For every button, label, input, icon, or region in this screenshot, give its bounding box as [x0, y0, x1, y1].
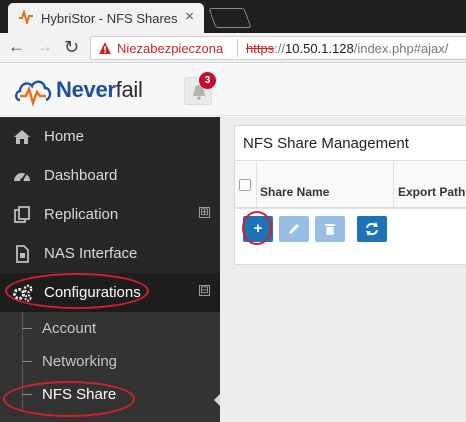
- home-icon: [12, 127, 32, 147]
- brand-name: Neverfail: [56, 77, 143, 103]
- brand-name-bold: Never: [56, 77, 116, 102]
- address-bar[interactable]: Niezabezpieczona https://10.50.1.128/ind…: [90, 36, 466, 60]
- sidebar-subitem-label: Networking: [42, 353, 118, 370]
- replication-icon: [12, 205, 32, 225]
- trash-icon: [325, 224, 335, 235]
- nfs-share-panel: NFS Share Management Share Name Export P…: [234, 125, 466, 265]
- collapse-icon[interactable]: ⊟: [199, 285, 210, 296]
- sidebar-subitem-label: Account: [42, 320, 97, 337]
- neverfail-favicon-icon: [19, 8, 33, 27]
- sidebar-item-label: Dashboard: [44, 167, 118, 184]
- column-header-label: Export Path: [398, 185, 466, 199]
- tree-tick: [22, 328, 32, 329]
- tree-tick: [22, 361, 32, 362]
- address-divider: [237, 39, 238, 57]
- sidebar-item-label: Home: [44, 128, 85, 145]
- panel-title: NFS Share Management: [243, 135, 409, 152]
- forward-arrow-icon[interactable]: →: [36, 38, 53, 56]
- sidebar-subitem-networking[interactable]: Networking: [0, 345, 220, 378]
- sidebar-subitem-account[interactable]: Account: [0, 312, 220, 345]
- sidebar-item-configurations[interactable]: Configurations ⊟: [0, 273, 220, 312]
- main-content: NFS Share Management Share Name Export P…: [220, 117, 466, 422]
- sidebar-item-nas-interface[interactable]: NAS Interface: [0, 234, 220, 273]
- refresh-button[interactable]: [357, 216, 387, 242]
- pencil-icon: [289, 224, 299, 234]
- expand-icon[interactable]: ⊞: [199, 207, 210, 218]
- sidebar-item-home[interactable]: Home: [0, 117, 220, 156]
- url-path: /index.php#ajax/: [353, 41, 449, 56]
- reload-icon[interactable]: ↻: [64, 38, 79, 56]
- url-host: 10.50.1.128: [285, 41, 354, 56]
- neverfail-logo[interactable]: Neverfail: [14, 76, 194, 106]
- sidebar-item-label: Configurations: [44, 284, 141, 301]
- sidebar-item-label: NAS Interface: [44, 245, 138, 262]
- panel-header: NFS Share Management: [235, 126, 466, 161]
- sidebar-subitem-nfs-share[interactable]: NFS Share: [0, 378, 220, 411]
- cloud-logo-icon: [15, 80, 52, 106]
- security-label[interactable]: Niezabezpieczona: [117, 41, 223, 56]
- add-share-button[interactable]: +: [243, 216, 273, 242]
- url-scheme: https: [246, 41, 275, 56]
- delete-share-button[interactable]: [315, 216, 345, 242]
- configurations-icon: [12, 283, 33, 303]
- edit-share-button[interactable]: [279, 216, 309, 242]
- nas-interface-icon: [12, 244, 32, 264]
- url-text: https://10.50.1.128/index.php#ajax/: [246, 41, 448, 56]
- browser-tab-strip: HybriStor - NFS Shares ×: [0, 0, 466, 33]
- tab-title: HybriStor - NFS Shares: [41, 11, 178, 26]
- column-export-path[interactable]: Export Path: [395, 162, 466, 209]
- select-all-column: [235, 162, 257, 209]
- sidebar-item-label: Replication: [44, 206, 119, 223]
- app-header: Neverfail 3: [0, 64, 466, 116]
- back-arrow-icon[interactable]: ←: [8, 38, 25, 56]
- tab-close-icon[interactable]: ×: [185, 8, 194, 26]
- column-header-label: Share Name: [260, 185, 330, 199]
- dashboard-icon: [12, 166, 32, 186]
- table-header: Share Name Export Path: [235, 162, 466, 209]
- warning-icon: [98, 41, 112, 58]
- refresh-icon: [366, 222, 378, 236]
- url-scheme-separator: ://: [274, 41, 286, 56]
- brand-name-light: fail: [115, 77, 143, 102]
- configurations-submenu: Account Networking NFS Share: [0, 312, 220, 422]
- column-share-name[interactable]: Share Name: [258, 162, 394, 209]
- sidebar: Home Dashboard Replication ⊞ NAS Interfa…: [0, 117, 221, 422]
- select-all-checkbox[interactable]: [239, 179, 251, 191]
- sidebar-subitem-label: NFS Share: [42, 386, 117, 403]
- new-tab-button[interactable]: [208, 8, 252, 28]
- action-toolbar: +: [235, 211, 466, 251]
- browser-tab[interactable]: HybriStor - NFS Shares ×: [8, 3, 204, 33]
- notification-count-badge: 3: [199, 72, 216, 89]
- sidebar-item-dashboard[interactable]: Dashboard: [0, 156, 220, 195]
- sidebar-item-replication[interactable]: Replication ⊞: [0, 195, 220, 234]
- tree-tick: [22, 394, 32, 395]
- browser-toolbar: ← → ↻ Niezabezpieczona https://10.50.1.1…: [0, 33, 466, 63]
